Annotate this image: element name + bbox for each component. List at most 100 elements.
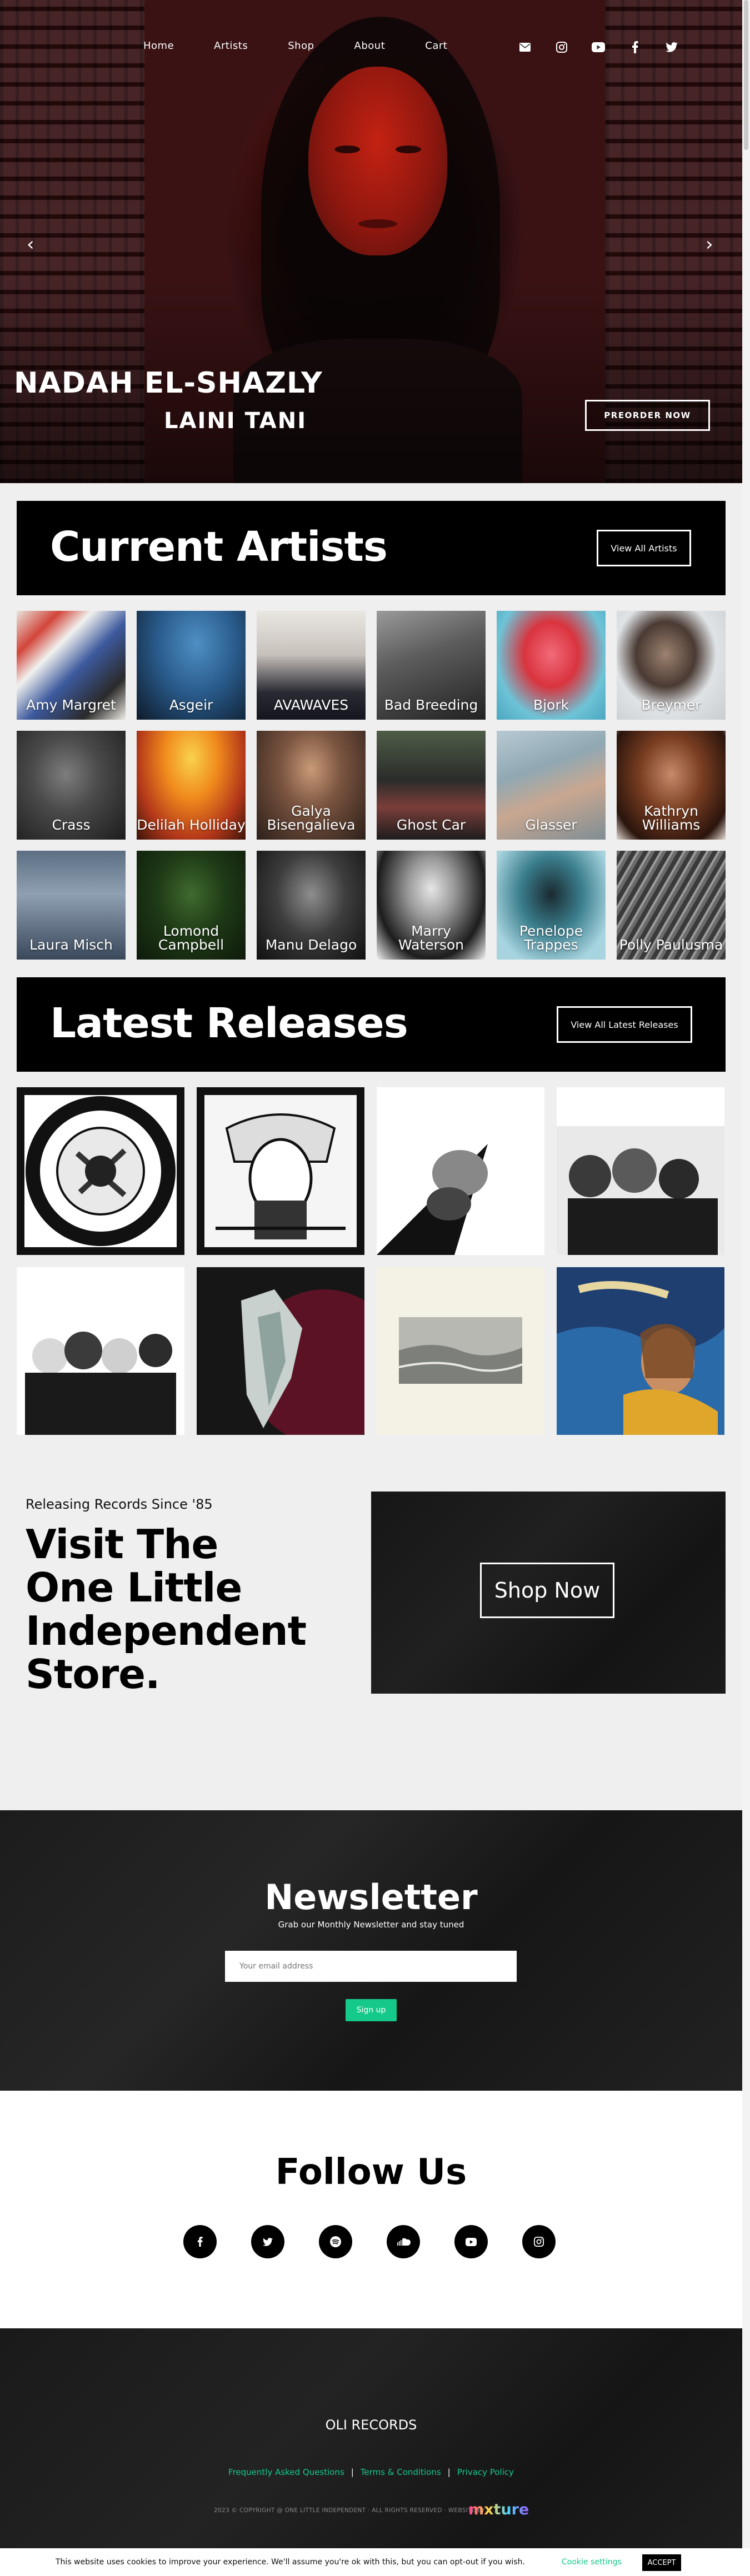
store-title-line: Independent xyxy=(26,1608,307,1654)
artist-card[interactable]: Amy Margret xyxy=(17,611,126,720)
release-cover[interactable] xyxy=(557,1267,724,1435)
youtube-icon[interactable] xyxy=(590,39,607,56)
footer-separator: | xyxy=(447,2467,451,2477)
cover-art xyxy=(377,1267,544,1435)
slider-next-arrow[interactable]: › xyxy=(706,233,713,255)
release-cover[interactable] xyxy=(197,1267,364,1435)
cover-art xyxy=(17,1267,184,1435)
releases-grid xyxy=(17,1087,726,1437)
header-social-links xyxy=(517,39,680,56)
releases-header: Latest Releases View All Latest Releases xyxy=(17,977,726,1072)
follow-section: Follow Us xyxy=(0,2091,742,2328)
slider-prev-arrow[interactable]: ‹ xyxy=(27,233,34,255)
hero-subtitle: LAINI TANI xyxy=(164,408,307,434)
instagram-icon[interactable] xyxy=(522,2225,556,2258)
artist-name: Lomond Campbell xyxy=(158,923,224,953)
artist-card[interactable]: Galya Bisengalieva xyxy=(257,731,366,840)
artist-name: Asgeir xyxy=(169,697,213,713)
cookie-accept-button[interactable]: ACCEPT xyxy=(642,2554,681,2571)
signup-button[interactable]: Sign up xyxy=(346,1999,397,2021)
artist-card[interactable]: Kathryn Williams xyxy=(617,731,726,840)
main-nav: Home Artists Shop About Cart xyxy=(143,40,487,52)
scrollbar-thumb[interactable] xyxy=(744,0,748,150)
cookie-settings-link[interactable]: Cookie settings xyxy=(562,2558,622,2567)
artist-name: Breymer xyxy=(641,697,701,713)
hero-slider: Home Artists Shop About Cart ‹ › NADAH E… xyxy=(0,0,742,483)
artist-card[interactable]: Crass xyxy=(17,731,126,840)
cover-art xyxy=(557,1267,724,1435)
artist-card[interactable]: Laura Misch xyxy=(17,851,126,960)
newsletter-subtitle: Grab our Monthly Newsletter and stay tun… xyxy=(278,1920,464,1930)
artist-card[interactable]: Bad Breeding xyxy=(377,611,486,720)
facebook-icon[interactable] xyxy=(627,39,643,56)
artists-grid: Amy Margret Asgeir AVAWAVES Bad Breeding… xyxy=(17,611,726,961)
artist-card[interactable]: Glasser xyxy=(497,731,606,840)
artist-name: Manu Delago xyxy=(265,937,357,953)
cover-art xyxy=(204,1095,357,1247)
artist-card[interactable]: Polly Paulusma xyxy=(617,851,726,960)
artist-card[interactable]: Manu Delago xyxy=(257,851,366,960)
nav-shop[interactable]: Shop xyxy=(288,40,314,52)
footer-links: Frequently Asked Questions | Terms & Condi… xyxy=(0,2467,742,2477)
terms-link[interactable]: Terms & Conditions xyxy=(361,2467,441,2477)
copyright-text: 2023 © COPYRIGHT @ ONE LITTLE INDEPENDEN… xyxy=(214,2507,485,2514)
cover-art xyxy=(24,1095,177,1247)
release-cover[interactable] xyxy=(17,1267,184,1435)
spotify-icon[interactable] xyxy=(319,2225,352,2258)
release-cover[interactable] xyxy=(377,1267,544,1435)
artist-name: Marry Waterson xyxy=(398,923,464,953)
preorder-button[interactable]: PREORDER NOW xyxy=(585,400,710,431)
page-scrollbar[interactable] xyxy=(742,0,750,2548)
twitter-icon[interactable] xyxy=(251,2225,284,2258)
artist-name: Penelope Trappes xyxy=(519,923,583,953)
hero-image-mouth xyxy=(358,219,397,228)
instagram-icon[interactable] xyxy=(553,39,570,56)
store-title-line: One Little xyxy=(26,1564,242,1611)
youtube-icon[interactable] xyxy=(454,2225,488,2258)
email-icon[interactable] xyxy=(517,39,533,56)
artist-card[interactable]: Penelope Trappes xyxy=(497,851,606,960)
nav-home[interactable]: Home xyxy=(143,40,174,52)
newsletter-title: Newsletter xyxy=(264,1877,478,1917)
release-cover[interactable] xyxy=(197,1087,364,1255)
faq-link[interactable]: Frequently Asked Questions xyxy=(228,2467,344,2477)
release-cover[interactable] xyxy=(557,1087,724,1255)
artist-name: Laura Misch xyxy=(29,937,113,953)
view-all-artists-button[interactable]: View All Artists xyxy=(597,530,691,566)
release-cover[interactable] xyxy=(377,1087,544,1255)
shop-now-button[interactable]: Shop Now xyxy=(480,1563,614,1618)
artist-name: Crass xyxy=(52,817,91,833)
hero-image-eye xyxy=(334,145,360,153)
artist-card[interactable]: Asgeir xyxy=(137,611,246,720)
artist-name: Bjork xyxy=(533,697,569,713)
nav-about[interactable]: About xyxy=(354,40,386,52)
artist-card[interactable]: Delilah Holliday xyxy=(137,731,246,840)
artist-name: Ghost Car xyxy=(396,817,466,833)
hero-image-eye xyxy=(396,145,421,153)
store-kicker: Releasing Records Since '85 xyxy=(26,1497,213,1512)
cover-art xyxy=(557,1087,724,1255)
soundcloud-icon[interactable] xyxy=(387,2225,420,2258)
artist-card[interactable]: AVAWAVES xyxy=(257,611,366,720)
artist-name: Polly Paulusma xyxy=(619,937,723,953)
artist-name: AVAWAVES xyxy=(273,697,349,713)
email-input[interactable] xyxy=(225,1951,517,1982)
twitter-icon[interactable] xyxy=(663,39,680,56)
artist-card[interactable]: Marry Waterson xyxy=(377,851,486,960)
facebook-icon[interactable] xyxy=(183,2225,217,2258)
cookie-banner: This website uses cookies to improve you… xyxy=(0,2548,750,2576)
follow-social-links xyxy=(183,2225,556,2258)
nav-cart[interactable]: Cart xyxy=(425,40,447,52)
artist-card[interactable]: Lomond Campbell xyxy=(137,851,246,960)
privacy-link[interactable]: Privacy Policy xyxy=(457,2467,514,2477)
artist-card[interactable]: Ghost Car xyxy=(377,731,486,840)
releases-title: Latest Releases xyxy=(50,1000,408,1047)
agency-logo[interactable]: mxture xyxy=(468,2501,529,2518)
nav-artists[interactable]: Artists xyxy=(214,40,248,52)
artist-card[interactable]: Bjork xyxy=(497,611,606,720)
view-all-releases-button[interactable]: View All Latest Releases xyxy=(557,1006,692,1043)
cover-art xyxy=(377,1087,544,1255)
release-cover[interactable] xyxy=(17,1087,184,1255)
artist-name: Kathryn Williams xyxy=(642,803,701,833)
artist-card[interactable]: Breymer xyxy=(617,611,726,720)
